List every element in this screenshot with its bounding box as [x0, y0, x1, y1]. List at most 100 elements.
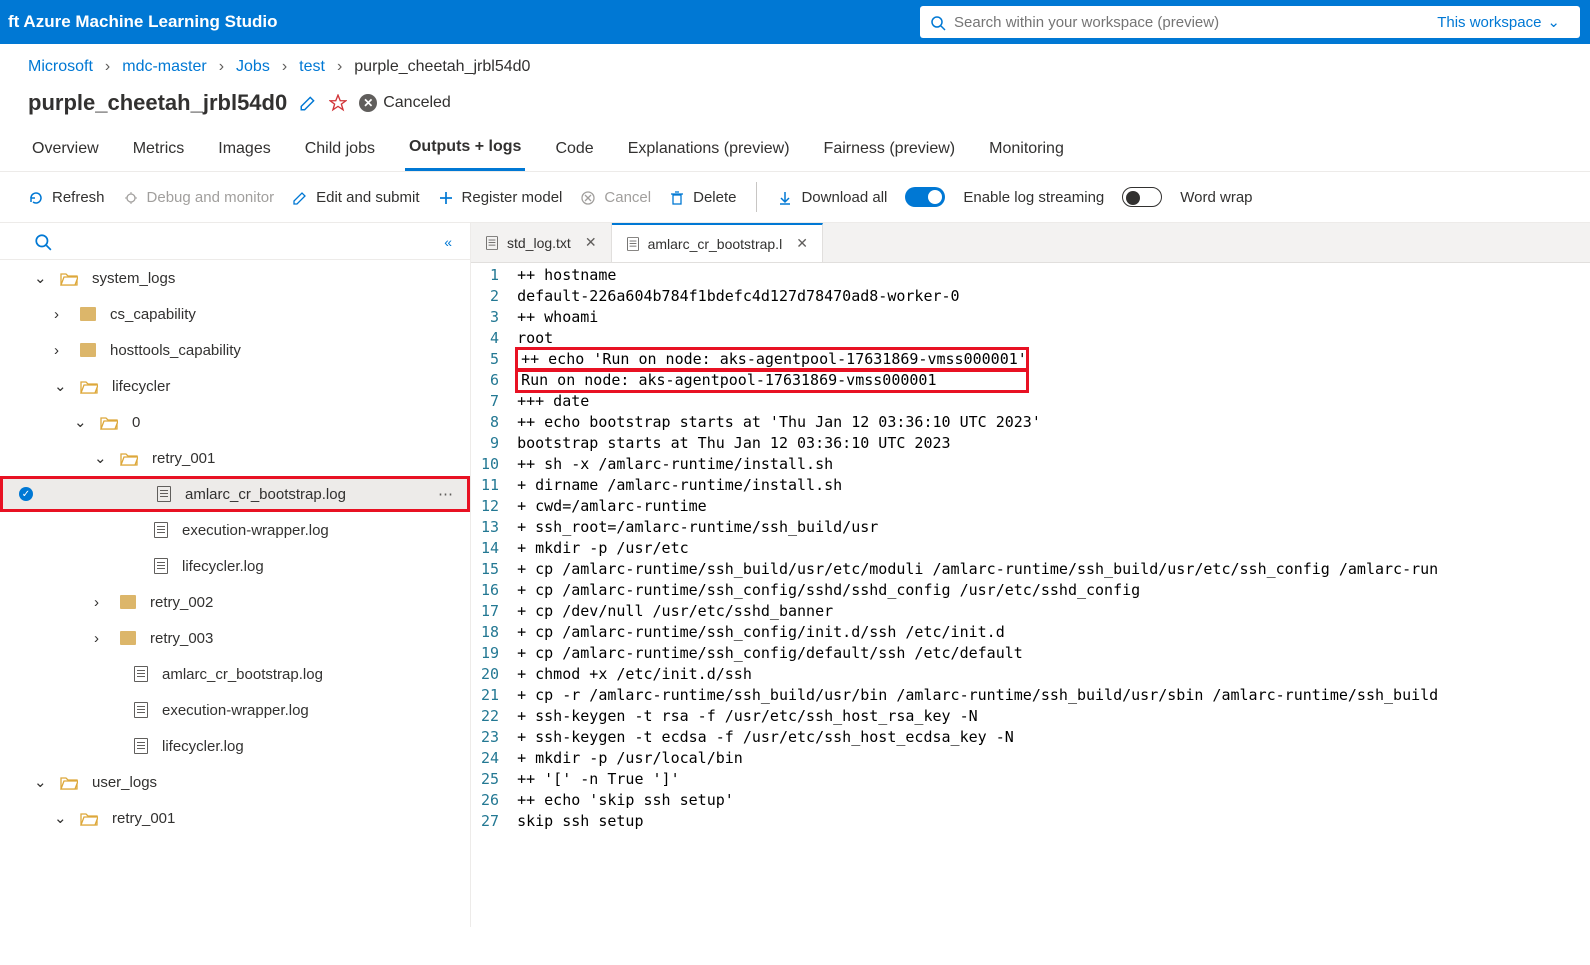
chevron-down-icon[interactable]	[54, 377, 66, 395]
tree-folder-system-logs[interactable]: system_logs	[0, 260, 470, 296]
tree-folder-retry-001-user[interactable]: retry_001	[0, 800, 470, 836]
breadcrumb-link-1[interactable]: mdc-master	[122, 58, 206, 76]
breadcrumb-link-0[interactable]: Microsoft	[28, 58, 93, 76]
close-icon[interactable]: ✕	[585, 234, 597, 251]
refresh-button[interactable]: Refresh	[28, 188, 105, 205]
chevron-down-icon[interactable]	[34, 773, 46, 791]
tree-label: execution-wrapper.log	[162, 702, 309, 719]
search-input[interactable]	[954, 14, 1427, 31]
register-model-button[interactable]: Register model	[438, 188, 563, 205]
tree-folder-retry-003[interactable]: retry_003	[0, 620, 470, 656]
search-scope-dropdown[interactable]: This workspace ⌄	[1427, 13, 1570, 31]
tree-label: 0	[132, 414, 140, 431]
more-icon[interactable]: ⋯	[438, 485, 467, 503]
tab-overview[interactable]: Overview	[28, 132, 103, 170]
chevron-right-icon[interactable]	[94, 630, 106, 647]
tree-label: retry_001	[152, 450, 215, 467]
breadcrumb-link-2[interactable]: Jobs	[236, 58, 270, 76]
toolbar-divider	[756, 182, 757, 212]
tree-folder-cs-capability[interactable]: cs_capability	[0, 296, 470, 332]
folder-icon	[120, 631, 136, 645]
folder-icon	[80, 307, 96, 321]
download-icon	[777, 188, 793, 205]
status-label: Canceled	[383, 94, 451, 112]
search-icon	[930, 13, 946, 30]
filter-icon[interactable]	[34, 233, 52, 251]
refresh-label: Refresh	[52, 189, 105, 206]
chevron-down-icon[interactable]	[94, 449, 106, 467]
tree-file-amlarc-bootstrap-2[interactable]: amlarc_cr_bootstrap.log	[0, 656, 470, 692]
tab-metrics[interactable]: Metrics	[129, 132, 189, 170]
editor-tab-amlarc[interactable]: amlarc_cr_bootstrap.l ✕	[612, 223, 823, 262]
chevron-right-icon[interactable]	[94, 594, 106, 611]
tree-label: retry_001	[112, 810, 175, 827]
tree-folder-retry-001[interactable]: retry_001	[0, 440, 470, 476]
edit-submit-button[interactable]: Edit and submit	[292, 188, 419, 205]
delete-button[interactable]: Delete	[669, 188, 736, 205]
editor-tab-stdlog[interactable]: std_log.txt ✕	[471, 223, 612, 262]
log-viewer[interactable]: 1234567891011121314151617181920212223242…	[471, 263, 1590, 927]
file-icon	[627, 237, 639, 251]
chevron-down-icon[interactable]	[74, 413, 86, 431]
tab-code[interactable]: Code	[551, 132, 597, 170]
folder-icon	[80, 343, 96, 357]
folder-open-icon	[80, 378, 98, 395]
tree-header: «	[0, 223, 470, 260]
tab-fairness[interactable]: Fairness (preview)	[820, 132, 960, 170]
collapse-pane-icon[interactable]: «	[444, 234, 452, 250]
tree-folder-user-logs[interactable]: user_logs	[0, 764, 470, 800]
tab-child-jobs[interactable]: Child jobs	[301, 132, 379, 170]
file-icon	[134, 738, 148, 754]
tree-label: user_logs	[92, 774, 157, 791]
tab-outputs-logs[interactable]: Outputs + logs	[405, 130, 525, 171]
file-tree[interactable]: system_logs cs_capability hosttools_capa…	[0, 260, 470, 927]
chevron-right-icon[interactable]	[54, 342, 66, 359]
edit-title-icon[interactable]	[299, 94, 317, 112]
file-icon	[134, 702, 148, 718]
tab-explanations[interactable]: Explanations (preview)	[624, 132, 794, 170]
debug-label: Debug and monitor	[147, 189, 275, 206]
chevron-down-icon: ⌄	[1547, 13, 1560, 31]
download-all-button[interactable]: Download all	[777, 188, 887, 205]
star-icon[interactable]	[329, 94, 347, 112]
tree-label: amlarc_cr_bootstrap.log	[162, 666, 323, 683]
tree-folder-hosttools-capability[interactable]: hosttools_capability	[0, 332, 470, 368]
tree-file-execution-wrapper[interactable]: execution-wrapper.log	[0, 512, 470, 548]
chevron-down-icon[interactable]	[34, 269, 46, 287]
log-streaming-toggle[interactable]	[905, 187, 945, 207]
workspace-search[interactable]: This workspace ⌄	[920, 6, 1580, 38]
folder-open-icon	[120, 450, 138, 467]
tab-images[interactable]: Images	[214, 132, 274, 170]
cancel-label: Cancel	[604, 189, 651, 206]
word-wrap-toggle[interactable]	[1122, 187, 1162, 207]
chevron-down-icon[interactable]	[54, 809, 66, 827]
tree-pane: « system_logs cs_capability hosttools_ca…	[0, 223, 470, 927]
selected-check-icon: ✓	[19, 487, 33, 501]
folder-open-icon	[100, 414, 118, 431]
outputs-toolbar: Refresh Debug and monitor Edit and submi…	[0, 172, 1590, 222]
file-icon	[134, 666, 148, 682]
breadcrumb-current: purple_cheetah_jrbl54d0	[354, 58, 530, 76]
tree-file-amlarc-bootstrap[interactable]: ✓ amlarc_cr_bootstrap.log ⋯	[0, 476, 470, 512]
file-icon	[154, 558, 168, 574]
edit-label: Edit and submit	[316, 189, 419, 206]
breadcrumb-link-3[interactable]: test	[299, 58, 325, 76]
refresh-icon	[28, 188, 44, 205]
editor-tabs: std_log.txt ✕ amlarc_cr_bootstrap.l ✕	[471, 223, 1590, 263]
tree-folder-zero[interactable]: 0	[0, 404, 470, 440]
main-split: « system_logs cs_capability hosttools_ca…	[0, 222, 1590, 927]
close-icon[interactable]: ✕	[796, 235, 808, 252]
cancel-button: Cancel	[580, 188, 651, 205]
file-icon	[154, 522, 168, 538]
tab-monitoring[interactable]: Monitoring	[985, 132, 1068, 170]
log-content: ++ hostnamedefault-226a604b784f1bdefc4d1…	[517, 263, 1438, 927]
tree-folder-retry-002[interactable]: retry_002	[0, 584, 470, 620]
tree-file-lifecycler-log[interactable]: lifecycler.log	[0, 548, 470, 584]
title-row: purple_cheetah_jrbl54d0 ✕ Canceled	[0, 84, 1590, 124]
chevron-right-icon[interactable]	[54, 306, 66, 323]
tree-file-lifecycler-log-2[interactable]: lifecycler.log	[0, 728, 470, 764]
tree-file-execution-wrapper-2[interactable]: execution-wrapper.log	[0, 692, 470, 728]
delete-label: Delete	[693, 189, 736, 206]
tree-folder-lifecycler[interactable]: lifecycler	[0, 368, 470, 404]
plus-icon	[438, 188, 454, 205]
